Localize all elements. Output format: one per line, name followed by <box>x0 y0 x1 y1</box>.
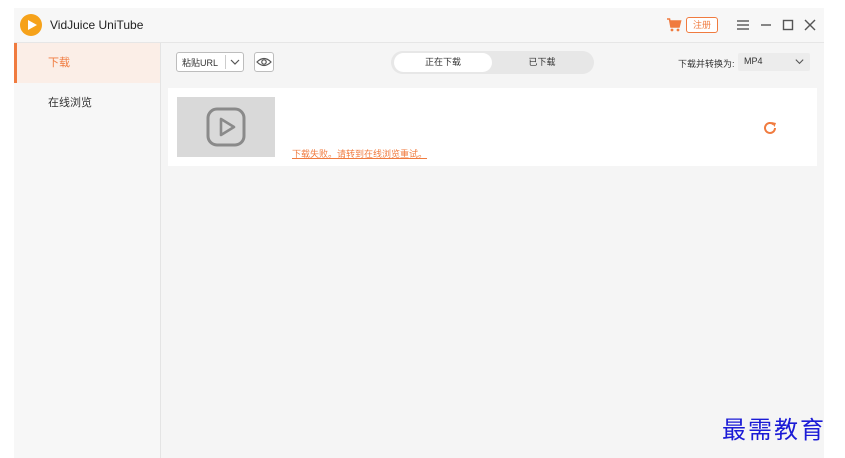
chevron-down-icon <box>795 59 804 65</box>
sidebar-item-download[interactable]: 下载 <box>14 43 160 83</box>
eye-icon <box>256 57 272 67</box>
convert-to-label: 下载并转换为: <box>678 59 735 69</box>
download-error-message[interactable]: 下载失败。请转到在线浏览重试。 <box>292 147 427 160</box>
close-icon[interactable] <box>802 17 818 33</box>
cart-icon[interactable] <box>666 17 682 33</box>
download-item: 下载失败。请转到在线浏览重试。 <box>168 88 817 166</box>
preview-button[interactable] <box>254 52 274 72</box>
tab-downloaded[interactable]: 已下载 <box>493 53 591 72</box>
sidebar-item-online-browse[interactable]: 在线浏览 <box>14 83 160 123</box>
tab-downloading[interactable]: 正在下载 <box>394 53 492 72</box>
sidebar-item-label: 在线浏览 <box>48 97 92 109</box>
maximize-icon[interactable] <box>780 17 796 33</box>
chevron-down-icon[interactable] <box>229 56 241 68</box>
format-select[interactable]: MP4 <box>738 53 810 71</box>
format-value: MP4 <box>744 56 763 66</box>
paste-url-button[interactable]: 粘贴URL <box>176 52 244 72</box>
sidebar-item-label: 下载 <box>48 57 70 69</box>
register-button[interactable]: 注册 <box>686 17 719 33</box>
paste-url-label: 粘贴URL <box>182 58 219 68</box>
app-title: VidJuice UniTube <box>50 18 144 32</box>
title-bar: VidJuice UniTube 注册 <box>14 8 824 43</box>
sidebar: 下载 在线浏览 <box>14 43 161 458</box>
watermark: 最需教育 <box>722 416 826 444</box>
video-thumbnail <box>177 97 275 157</box>
menu-icon[interactable] <box>735 17 751 33</box>
retry-icon[interactable] <box>762 120 778 136</box>
paste-divider <box>225 55 226 69</box>
download-tabs: 正在下载 已下载 <box>391 51 594 74</box>
minimize-icon[interactable] <box>758 17 774 33</box>
app-logo-icon <box>20 14 42 36</box>
app-window: VidJuice UniTube 注册 下载 在线浏览 粘贴URL 正在下载 已… <box>14 8 824 458</box>
play-icon <box>206 107 246 147</box>
